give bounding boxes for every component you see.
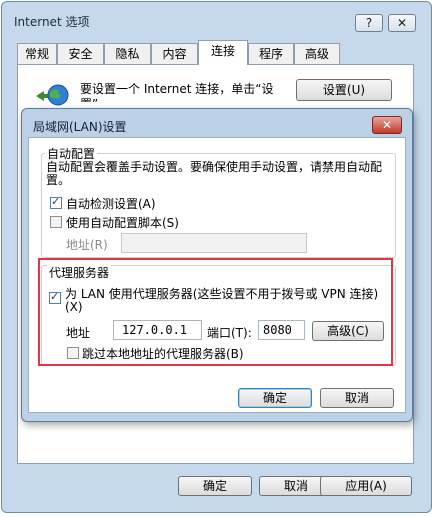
bypass-local-label: 跳过本地地址的代理服务器(B) xyxy=(82,347,244,361)
auto-script-checkbox[interactable] xyxy=(50,216,62,228)
help-button[interactable]: ? xyxy=(355,14,383,32)
tab-security[interactable]: 安全 xyxy=(57,43,104,65)
proxy-server-heading: 代理服务器 xyxy=(47,264,112,281)
script-address-input[interactable] xyxy=(121,233,307,253)
proxy-address-label: 地址 xyxy=(66,326,91,340)
tab-content[interactable]: 内容 xyxy=(151,43,198,65)
tab-bar: 常规 安全 隐私 内容 连接 程序 高级 xyxy=(17,40,417,65)
tab-connections[interactable]: 连接 xyxy=(198,40,248,65)
auto-config-description: 自动配置会覆盖手动设置。要确保使用手动设置，请禁用自动配置。 xyxy=(46,160,383,187)
proxy-port-label: 端口(T): xyxy=(207,326,252,340)
ok-button[interactable]: 确定 xyxy=(178,476,252,496)
tab-advanced[interactable]: 高级 xyxy=(294,43,340,65)
proxy-port-input[interactable]: 8080 xyxy=(258,320,305,340)
close-button[interactable]: ✕ xyxy=(388,14,416,32)
proxy-address-input[interactable]: 127.0.0.1 xyxy=(113,320,202,340)
use-proxy-checkbox[interactable] xyxy=(49,290,61,304)
tab-privacy[interactable]: 隐私 xyxy=(104,43,151,65)
tab-programs[interactable]: 程序 xyxy=(248,43,294,65)
lan-dialog-title: 局域网(LAN)设置 xyxy=(33,120,127,134)
apply-button[interactable]: 应用(A) xyxy=(320,476,412,496)
script-address-label: 地址(R) xyxy=(66,238,108,252)
auto-detect-label: 自动检测设置(A) xyxy=(66,197,156,211)
globe-connection-icon xyxy=(36,84,69,106)
use-proxy-label: 为 LAN 使用代理服务器(这些设置不用于拨号或 VPN 连接)(X) xyxy=(65,287,379,314)
window-title: Internet 选项 xyxy=(14,15,90,29)
connection-instructions: 要设置一个 Internet 连接，单击“设置”。 xyxy=(80,82,274,102)
lan-ok-button[interactable]: 确定 xyxy=(238,388,312,408)
auto-script-label: 使用自动配置脚本(S) xyxy=(66,216,179,230)
proxy-advanced-button[interactable]: 高级(C) xyxy=(312,321,384,341)
tab-general[interactable]: 常规 xyxy=(17,43,57,65)
auto-detect-checkbox[interactable] xyxy=(50,195,62,209)
lan-close-button[interactable]: ✕ xyxy=(372,116,402,134)
bypass-local-checkbox[interactable] xyxy=(67,347,79,359)
lan-cancel-button[interactable]: 取消 xyxy=(320,388,394,408)
setup-button[interactable]: 设置(U) xyxy=(296,79,392,101)
